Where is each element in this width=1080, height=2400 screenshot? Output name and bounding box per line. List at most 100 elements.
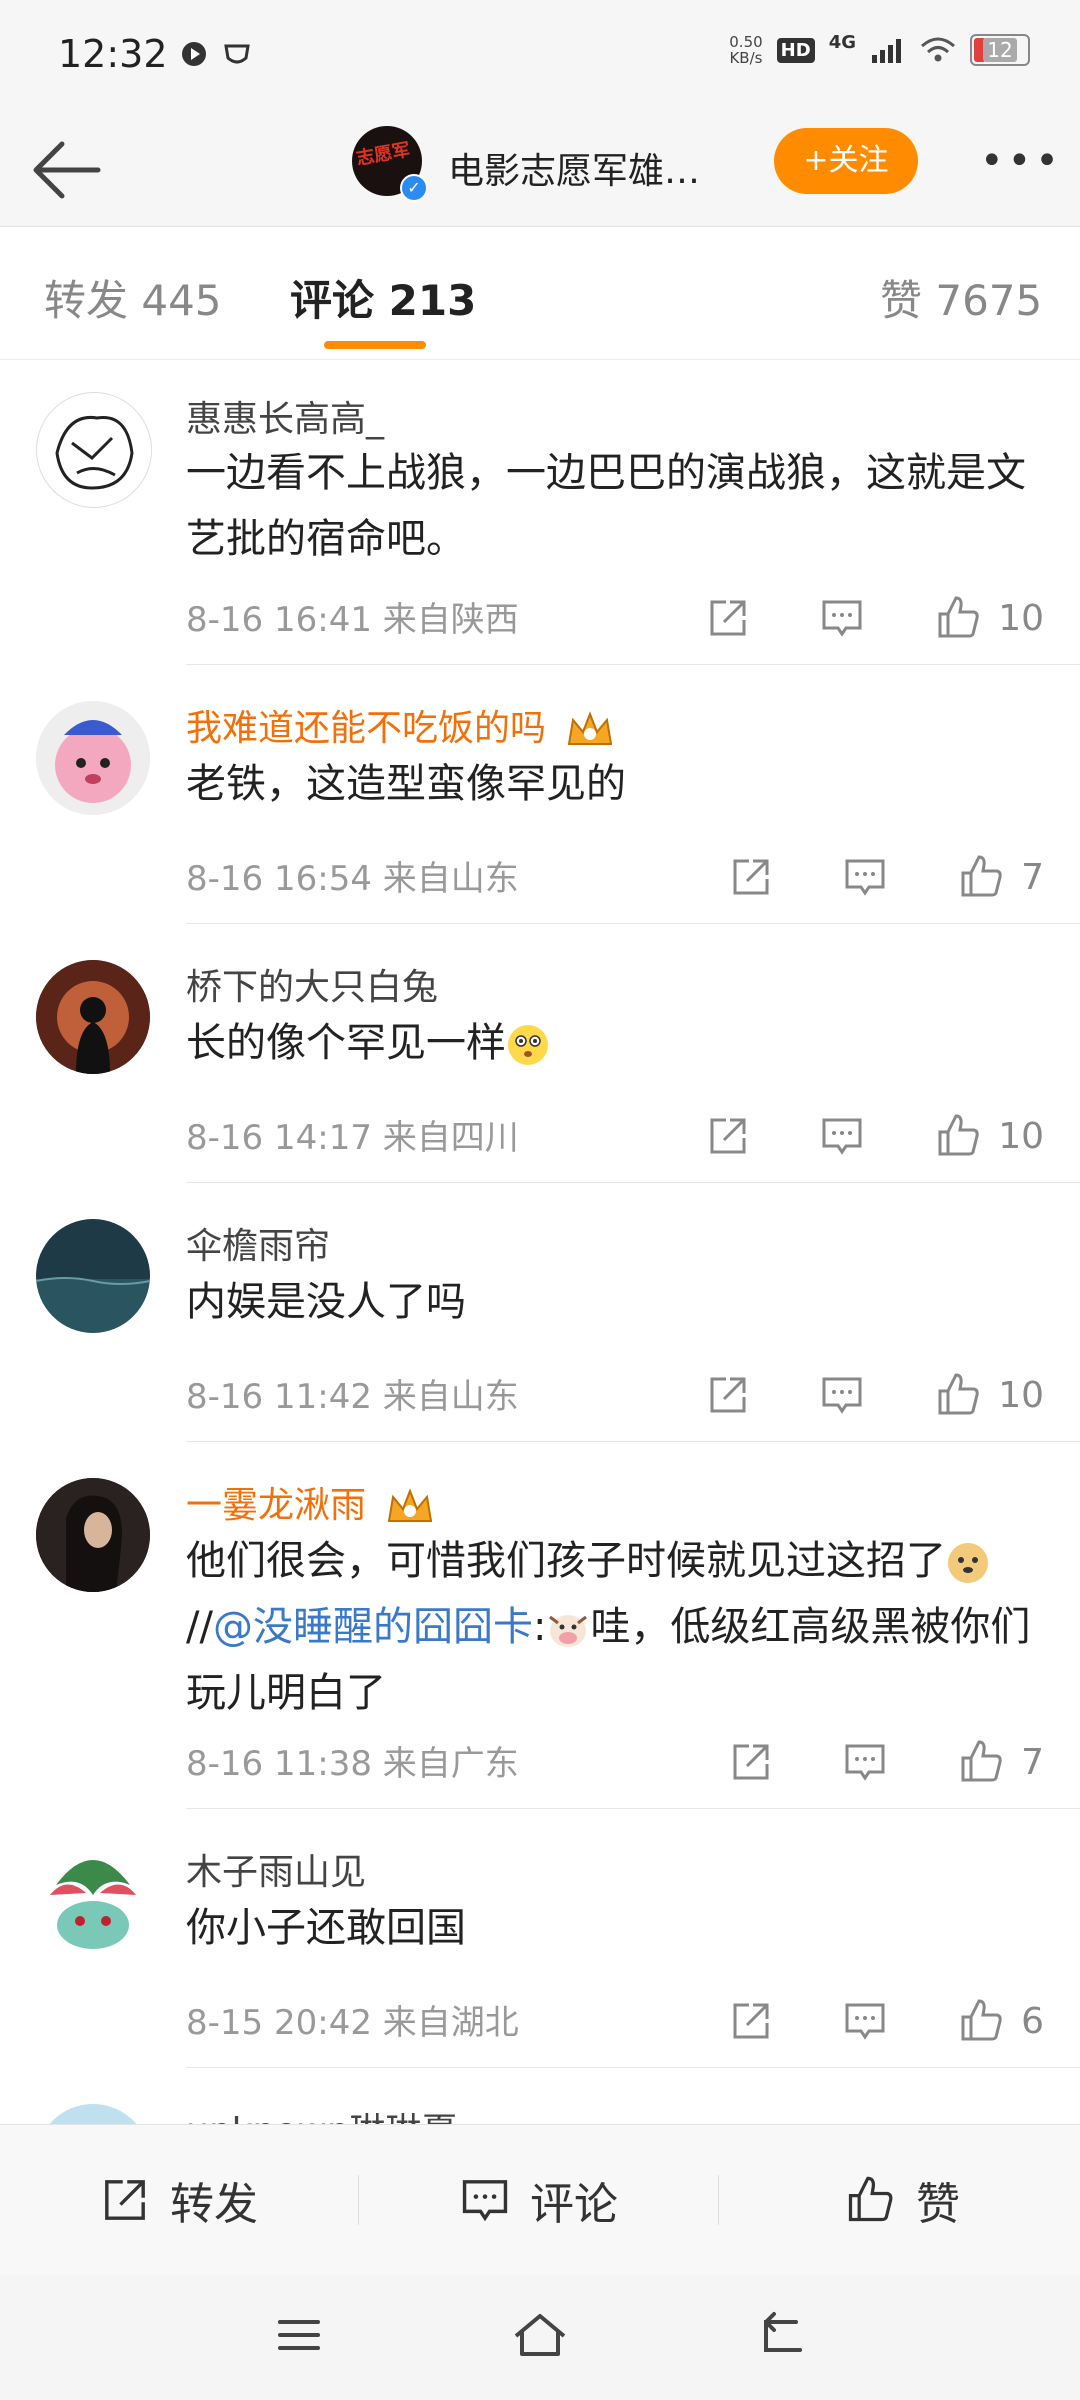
comment-list[interactable]: 惠惠长高高_ 一边看不上战狼，一边巴巴的演战狼，这就是文艺批的宿命吧。 8-16… <box>0 360 1080 2124</box>
tab-repost[interactable]: 转发 445 <box>44 267 222 328</box>
comment-item: 我难道还能不吃饭的吗 老铁，这造型蛮像罕见的 8-16 16:54 来自山东 7 <box>0 665 1080 924</box>
home-icon[interactable] <box>512 2310 568 2360</box>
silhouette-avatar-image <box>36 960 150 1074</box>
comment-actions: 10 <box>706 588 1044 648</box>
share-icon[interactable] <box>706 596 750 640</box>
like-button[interactable]: 10 <box>934 1112 1044 1160</box>
comment-text-part: 他们很会，可惜我们孩子时候就见过这招了 <box>186 1538 946 1584</box>
verified-badge-icon: ✓ <box>400 174 428 202</box>
user-avatar[interactable] <box>36 1478 150 1592</box>
user-avatar[interactable] <box>36 960 150 1074</box>
reply-icon[interactable] <box>820 1114 864 1158</box>
comment-meta: 8-16 16:41 来自陕西 <box>186 592 519 641</box>
share-icon[interactable] <box>729 855 773 899</box>
like-button[interactable]: 10 <box>934 594 1044 642</box>
like-button[interactable]: 10 <box>934 1371 1044 1419</box>
comment-actions: 7 <box>729 847 1044 907</box>
battery-icon: 12 <box>970 34 1030 66</box>
thumbs-up-icon <box>848 2176 893 2222</box>
avatar-logo-text: 志愿军 <box>354 139 412 170</box>
tab-bar: 转发 445 评论 213 赞 7675 <box>0 227 1080 360</box>
comment-actions: 10 <box>706 1365 1044 1425</box>
tab-comment[interactable]: 评论 213 <box>290 267 476 328</box>
like-count: 6 <box>1021 2000 1044 2042</box>
menu-icon[interactable] <box>274 2310 324 2360</box>
comment-username[interactable]: 伞檐雨帘 <box>186 1217 330 1269</box>
comment-text-body: 长的像个罕见一样 <box>186 1020 506 1066</box>
follow-button[interactable]: +关注 <box>774 128 918 194</box>
bottom-action-bar: 转发 评论 赞 <box>0 2124 1080 2275</box>
comment-location: 来自湖北 <box>382 2003 519 2043</box>
comment-text: 老铁，这造型蛮像罕见的 <box>186 761 626 807</box>
ocean-avatar-image <box>36 1219 150 1333</box>
repost-label: 转发 <box>170 2179 258 2230</box>
share-icon <box>105 2180 145 2220</box>
thumbs-up-icon <box>961 1999 1002 2041</box>
comment-item: 一霎龙湫雨 他们很会，可惜我们孩子时候就见过这招了//@没睡醒的囧囧卡: 哇，低级… <box>0 1442 1080 1809</box>
comment-username[interactable]: unknown琳琳夏 <box>186 2102 458 2124</box>
comment-username[interactable]: 我难道还能不吃饭的吗 <box>186 699 615 751</box>
comment-time: 8-16 14:17 <box>186 1118 372 1158</box>
user-avatar[interactable] <box>36 392 152 508</box>
comment-time: 8-16 16:54 <box>186 859 372 899</box>
user-avatar[interactable] <box>36 1219 150 1333</box>
reply-icon[interactable] <box>820 596 864 640</box>
flushed-emoji-icon <box>508 1025 548 1065</box>
comment-meta: 8-16 11:42 来自山东 <box>186 1369 519 1418</box>
comment-text-part: : <box>532 1604 547 1650</box>
more-options-icon[interactable]: ••• <box>980 138 1063 184</box>
comment-location: 来自山东 <box>382 859 519 899</box>
share-icon[interactable] <box>706 1373 750 1417</box>
sketch-avatar-image <box>55 415 134 490</box>
comment-text: 他们很会，可惜我们孩子时候就见过这招了//@没睡醒的囧囧卡: 哇，低级红高级黑被你… <box>186 1528 1046 1726</box>
repost-button[interactable]: 转发 <box>100 2125 258 2275</box>
reply-icon[interactable] <box>843 1999 887 2043</box>
share-icon[interactable] <box>729 1999 773 2043</box>
like-count: 7 <box>1021 856 1044 898</box>
comment-username[interactable]: 桥下的大只白兔 <box>186 958 438 1010</box>
like-button[interactable]: 7 <box>957 853 1044 901</box>
reply-icon[interactable] <box>820 1373 864 1417</box>
like-count: 10 <box>998 597 1044 639</box>
username-text: 一霎龙湫雨 <box>186 1485 367 1526</box>
share-icon[interactable] <box>729 1740 773 1784</box>
tab-like[interactable]: 赞 7675 <box>880 267 1042 328</box>
system-navigation-bar <box>0 2274 1080 2400</box>
comment-item: 木子雨山见 你小子还敢回国 8-15 20:42 来自湖北 6 <box>0 1809 1080 2068</box>
like-button[interactable]: 6 <box>957 1997 1044 2045</box>
comment-username[interactable]: 一霎龙湫雨 <box>186 1476 435 1528</box>
thumbs-up-icon <box>961 855 1002 897</box>
net-speed: 0.50 KB/s <box>729 34 762 66</box>
account-name[interactable]: 电影志愿军雄… <box>448 142 700 194</box>
back-nav-icon[interactable] <box>756 2310 806 2360</box>
thumbs-up-icon <box>938 1114 979 1156</box>
reply-icon[interactable] <box>843 855 887 899</box>
comment-actions: 7 <box>729 1732 1044 1792</box>
like-count: 10 <box>998 1374 1044 1416</box>
user-avatar[interactable] <box>36 701 150 815</box>
video-app-icon <box>182 42 206 66</box>
share-icon[interactable] <box>706 1114 750 1158</box>
comment-item: 伞檐雨帘 内娱是没人了吗 8-16 11:42 来自山东 10 <box>0 1183 1080 1442</box>
vip-crown-icon <box>388 1488 433 1522</box>
reply-icon[interactable] <box>843 1740 887 1784</box>
like-bottom-button[interactable]: 赞 <box>844 2125 960 2275</box>
comment-text: 一边看不上战狼，一边巴巴的演战狼，这就是文艺批的宿命吧。 <box>186 450 1026 562</box>
like-button[interactable]: 7 <box>957 1738 1044 1786</box>
comment-username[interactable]: 惠惠长高高_ <box>186 390 384 442</box>
status-time: 12:32 <box>58 32 168 76</box>
user-avatar[interactable] <box>36 1845 150 1959</box>
back-arrow-icon[interactable] <box>28 132 104 208</box>
comment-time: 8-16 11:38 <box>186 1744 372 1784</box>
comment-username[interactable]: 木子雨山见 <box>186 1843 366 1895</box>
comment-button[interactable]: 评论 <box>460 2125 618 2275</box>
mention-link[interactable]: @没睡醒的囧囧卡 <box>213 1604 533 1650</box>
wifi-icon <box>921 37 955 62</box>
signal-icon <box>872 39 901 63</box>
comment-actions: 10 <box>706 1106 1044 1166</box>
user-avatar[interactable] <box>36 2104 150 2124</box>
pink-plush-avatar-image <box>36 701 150 815</box>
comment-item: 桥下的大只白兔 长的像个罕见一样 8-16 14:17 来自四川 10 <box>0 924 1080 1183</box>
net-speed-value: 0.50 <box>729 33 763 51</box>
comment-location: 来自四川 <box>382 1118 519 1158</box>
